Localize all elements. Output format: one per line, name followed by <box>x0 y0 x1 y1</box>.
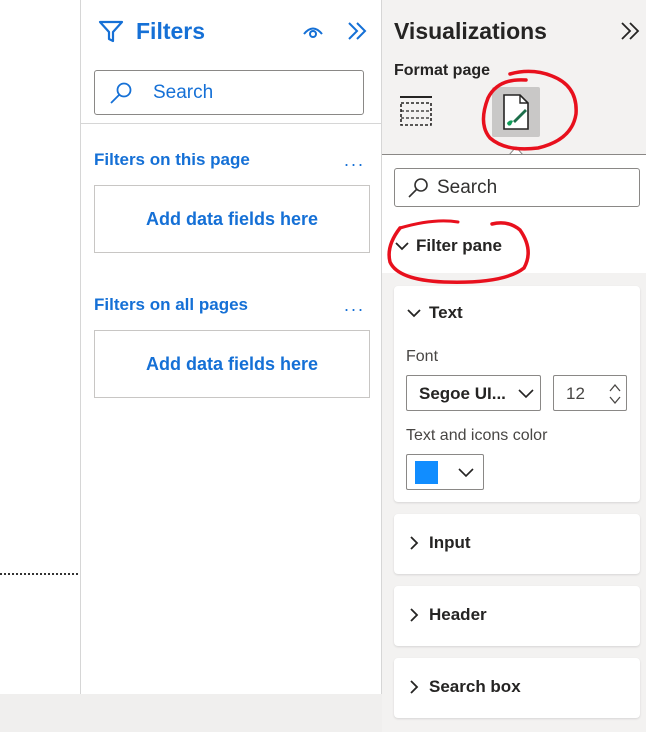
font-size-stepper[interactable]: 12 <box>553 375 627 411</box>
font-label: Font <box>406 348 439 365</box>
chevron-down-icon <box>395 242 409 251</box>
filters-all-pages-drop-zone[interactable]: Add data fields here <box>94 330 370 398</box>
filters-pane: Filters Filters on this page ... Add dat… <box>80 0 382 694</box>
filters-on-this-page-title: Filters on this page <box>94 150 250 169</box>
chevron-down-icon <box>518 389 534 399</box>
chevron-down-icon <box>458 468 474 478</box>
filter-pane-label: Filter pane <box>416 236 502 255</box>
filters-page-drop-zone[interactable]: Add data fields here <box>94 185 370 253</box>
filters-header: Filters <box>81 0 381 64</box>
input-card-header[interactable]: Input <box>406 533 471 553</box>
input-card[interactable]: Input <box>394 514 640 574</box>
collapse-filters-icon[interactable] <box>346 20 368 42</box>
eye-icon[interactable] <box>303 24 323 40</box>
more-options-icon[interactable]: ... <box>344 150 365 171</box>
filters-title: Filters <box>136 18 206 44</box>
filters-search-box[interactable] <box>94 70 364 115</box>
format-page-button[interactable] <box>492 87 540 137</box>
build-visual-icon[interactable] <box>398 94 434 130</box>
filter-funnel-icon <box>98 20 124 43</box>
chevron-right-icon <box>410 536 419 550</box>
text-icons-color-label: Text and icons color <box>406 427 548 444</box>
filter-pane-section-header[interactable]: Filter pane <box>394 232 502 260</box>
filters-on-all-pages-title: Filters on all pages <box>94 295 248 314</box>
spin-arrows-icon[interactable] <box>608 380 622 408</box>
header-card[interactable]: Header <box>394 586 640 646</box>
search-box-card-title: Search box <box>429 677 521 696</box>
report-canvas <box>0 0 80 694</box>
header-card-header[interactable]: Header <box>406 605 487 625</box>
canvas-bottom-bar <box>0 694 382 732</box>
chevron-right-icon <box>410 608 419 622</box>
search-icon <box>110 82 132 104</box>
search-box-card-header[interactable]: Search box <box>406 677 521 697</box>
format-page-subtitle: Format page <box>394 62 491 79</box>
viz-search-input[interactable] <box>437 175 627 201</box>
search-icon <box>408 178 428 198</box>
collapse-visualizations-icon[interactable] <box>619 20 641 42</box>
text-card-header[interactable]: Text <box>406 303 463 323</box>
chevron-down-icon <box>407 309 421 318</box>
font-size-value: 12 <box>566 384 585 403</box>
viz-search-box[interactable] <box>394 168 640 207</box>
filters-divider <box>81 123 381 124</box>
input-card-title: Input <box>429 533 471 552</box>
text-card-title: Text <box>429 303 463 322</box>
drop-zone-label: Add data fields here <box>145 353 319 374</box>
drop-zone-label: Add data fields here <box>145 208 319 229</box>
search-box-card[interactable]: Search box <box>394 658 640 718</box>
visualizations-pane: Visualizations Format page Search Filter… <box>382 0 646 732</box>
text-card: Text Font Segoe UI... 12 Text and icons … <box>394 286 640 502</box>
visualizations-title: Visualizations <box>394 18 547 44</box>
header-card-title: Header <box>429 605 487 624</box>
more-options-icon[interactable]: ... <box>344 295 365 316</box>
color-swatch <box>415 461 438 484</box>
font-family-value: Segoe UI... <box>419 384 506 403</box>
canvas-dotted-line <box>0 573 78 575</box>
filters-search-input[interactable] <box>153 79 353 107</box>
font-family-dropdown[interactable]: Segoe UI... <box>406 375 541 411</box>
format-paintbrush-icon <box>503 94 529 130</box>
viz-header: Visualizations Format page <box>382 0 646 155</box>
text-color-picker[interactable] <box>406 454 484 490</box>
chevron-right-icon <box>410 680 419 694</box>
